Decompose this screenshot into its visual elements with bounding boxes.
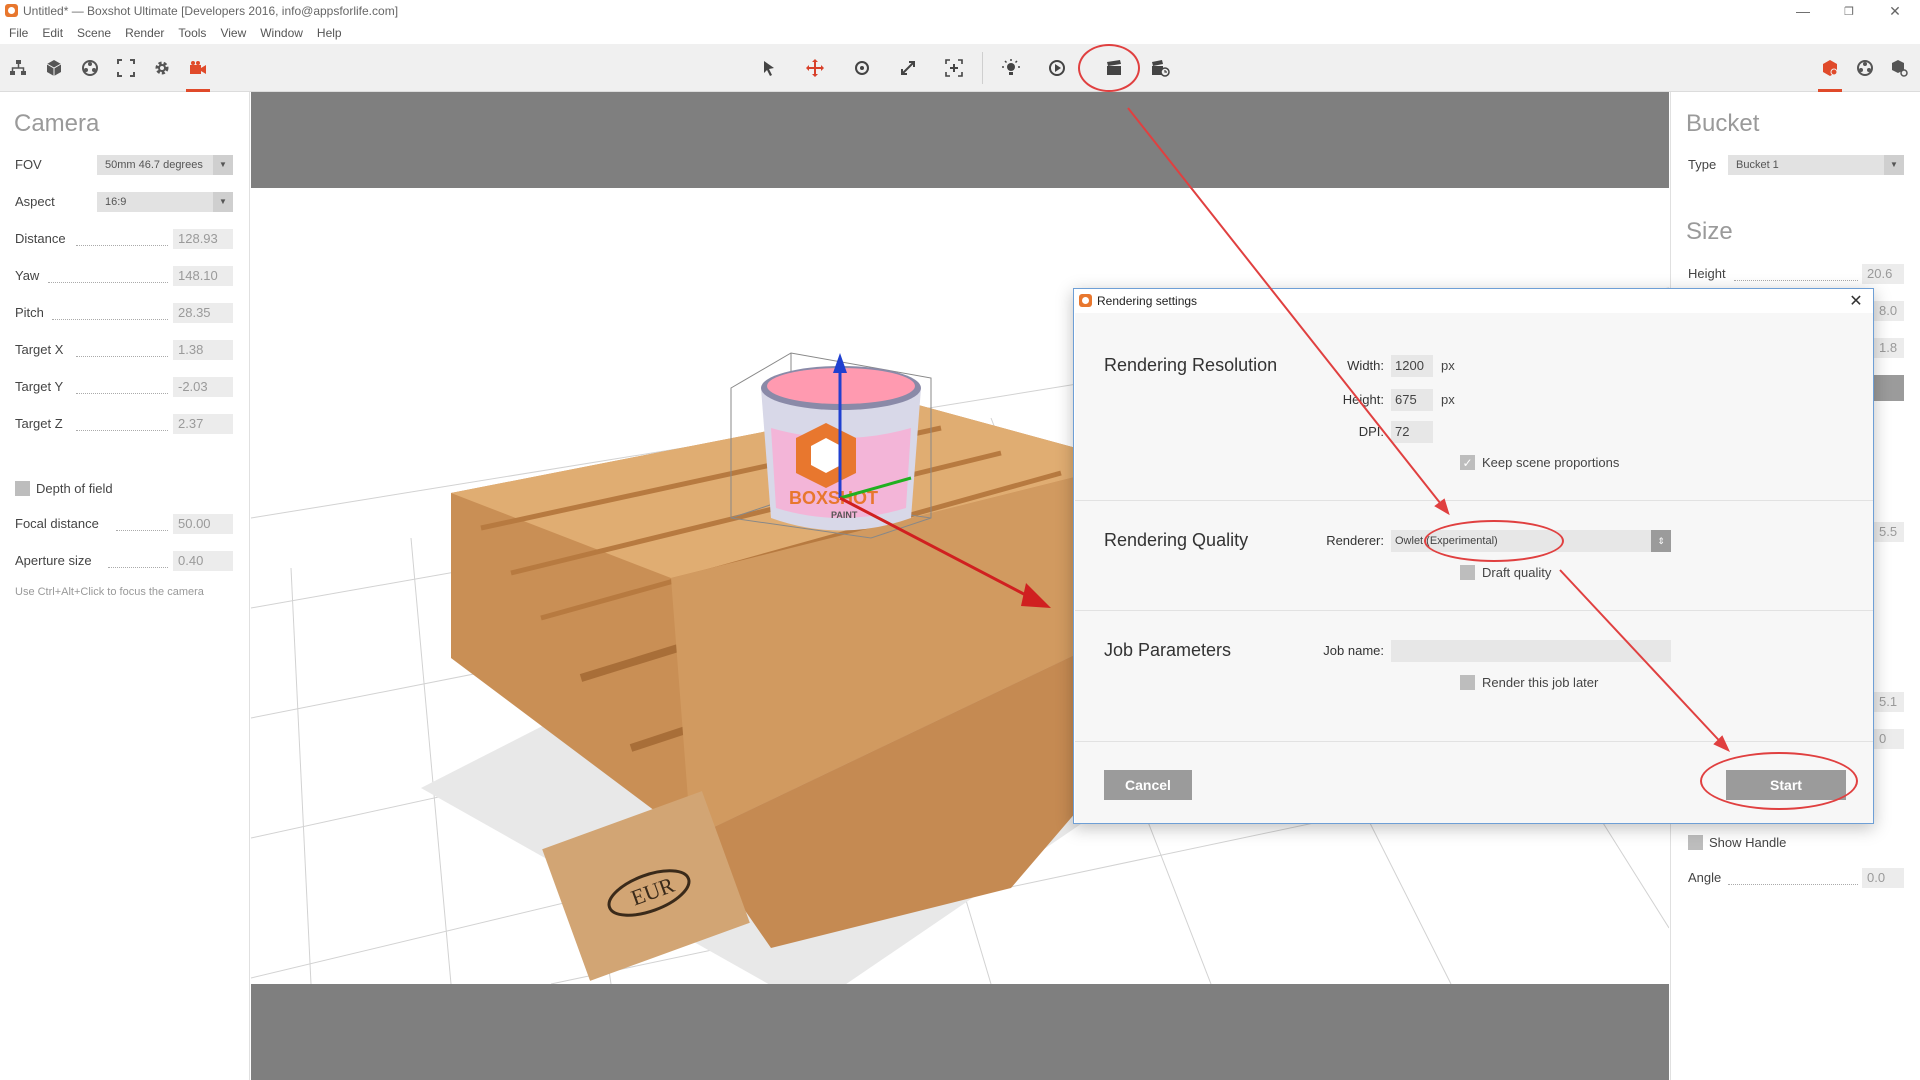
annotation-arrows [1127,107,1731,753]
